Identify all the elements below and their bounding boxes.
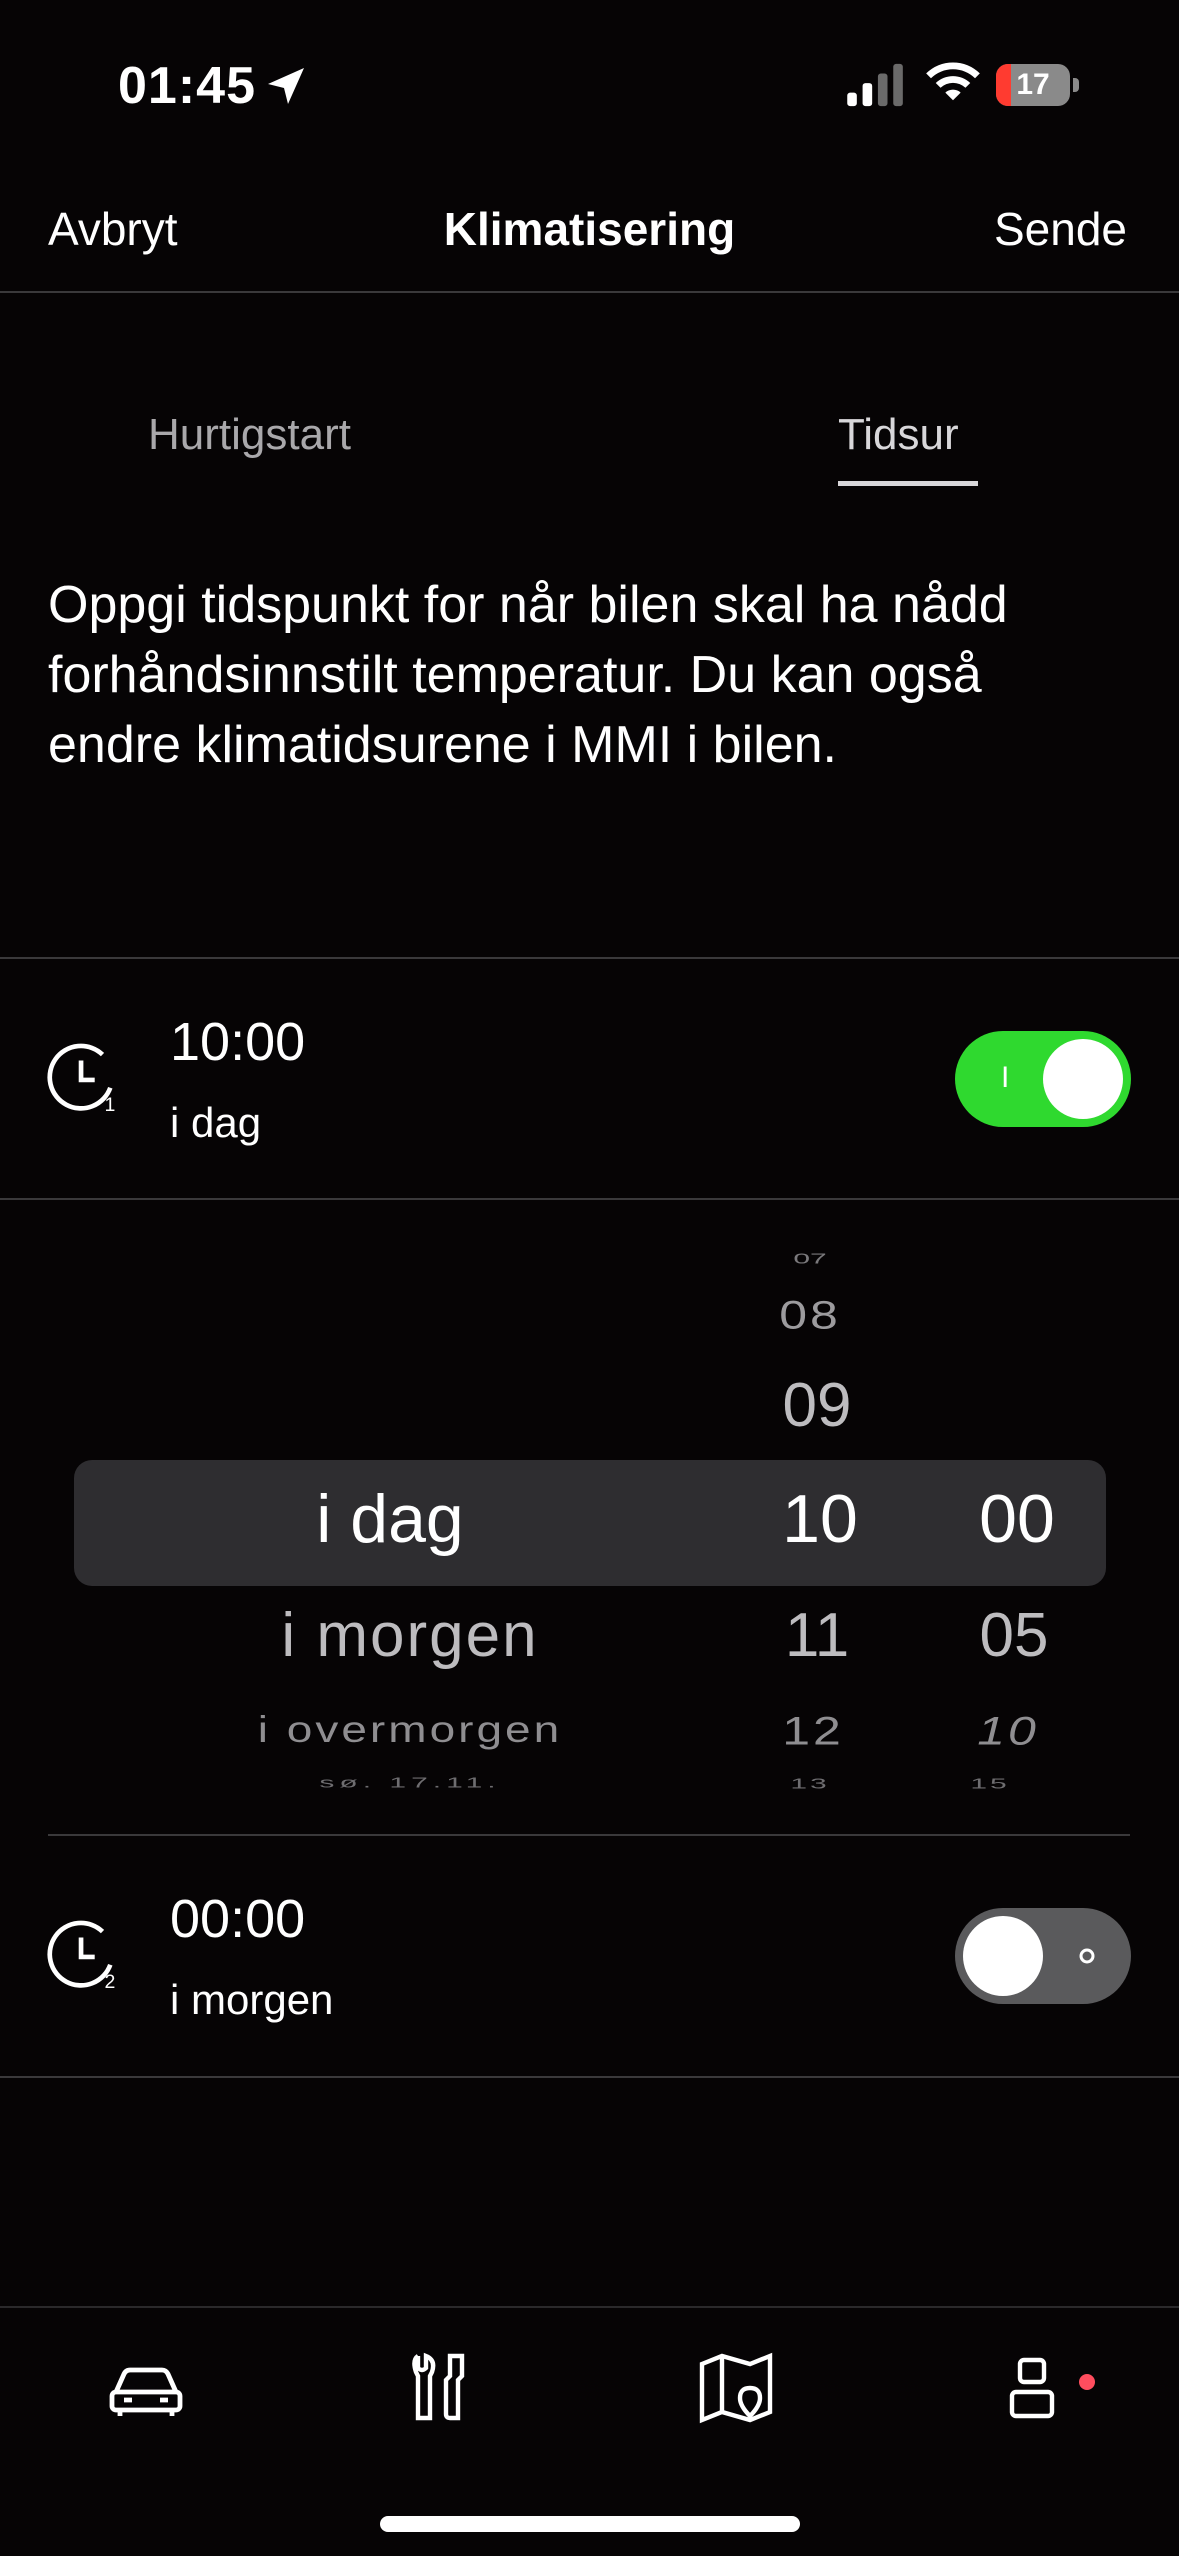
picker-hour-option[interactable]: 07 [730,1251,890,1264]
picker-hour-option[interactable]: 10 [740,1480,900,1558]
header-divider [0,291,1179,293]
picker-minute-option[interactable]: 15 [910,1776,1070,1791]
location-arrow-icon [268,68,304,104]
picker-day-option[interactable]: sø. 17.11. [170,1775,650,1792]
tools-icon[interactable] [400,2348,480,2428]
clock-2-number: 2 [104,1971,115,1993]
profile-icon[interactable] [994,2348,1074,2428]
timer-2-day: i morgen [170,1976,334,2023]
picker-hour-option[interactable]: 08 [730,1292,890,1338]
picker-minute-option[interactable]: 00 [937,1480,1097,1558]
tab-tidsur[interactable]: Tidsur [838,410,959,460]
clock-1-number: 1 [104,1094,115,1116]
timer-description: Oppgi tidspunkt for når bilen skal ha nå… [48,576,1008,774]
cancel-button[interactable]: Avbryt [48,202,178,256]
clock-1-icon: 1 [47,1043,115,1116]
picker-minute-option[interactable]: 10 [928,1708,1088,1754]
picker-hour-option[interactable]: 11 [737,1600,897,1671]
picker-hour-option[interactable]: 13 [730,1776,890,1791]
timer-1-day: i dag [170,1099,262,1146]
notification-dot [1079,2374,1095,2390]
picker-minute-option[interactable]: 05 [934,1600,1094,1671]
map-icon[interactable] [696,2348,776,2428]
section-divider [0,2076,1179,2078]
date-time-picker[interactable]: i dag i morgen i overmorgen sø. 17.11. 0… [0,1200,1179,1800]
timer-row-2[interactable]: 2 00:00 i morgen [0,1836,1179,2076]
battery-level: 17 [1016,68,1050,101]
car-icon[interactable] [106,2348,186,2428]
toggle-off-mark [1077,1946,1097,1966]
picker-hour-option[interactable]: 09 [737,1370,897,1441]
picker-day-option[interactable]: i overmorgen [170,1707,650,1750]
timer-1-time: 10:00 [170,1012,306,1072]
home-indicator [380,2516,800,2532]
timer-row-1[interactable]: 1 10:00 i dag I [0,959,1179,1199]
tab-hurtigstart[interactable]: Hurtigstart [148,410,351,460]
clock-2-icon: 2 [47,1920,115,1993]
timer-2-time: 00:00 [170,1889,306,1949]
picker-day-option[interactable]: i morgen [170,1600,650,1671]
active-tab-underline [838,481,978,486]
tabbar-divider [0,2306,1179,2308]
timer-1-toggle[interactable]: I [955,1031,1131,1127]
picker-day-option[interactable]: i dag [150,1480,630,1558]
send-button[interactable]: Sende [994,202,1127,256]
battery-icon: 17 [996,64,1080,106]
timer-2-toggle[interactable] [955,1908,1131,2004]
picker-hour-option[interactable]: 12 [733,1708,893,1754]
status-time: 01:45 [118,57,256,115]
toggle-on-mark: I [1001,1061,1010,1094]
cellular-signal-icon [847,63,903,107]
wifi-icon [926,62,980,101]
